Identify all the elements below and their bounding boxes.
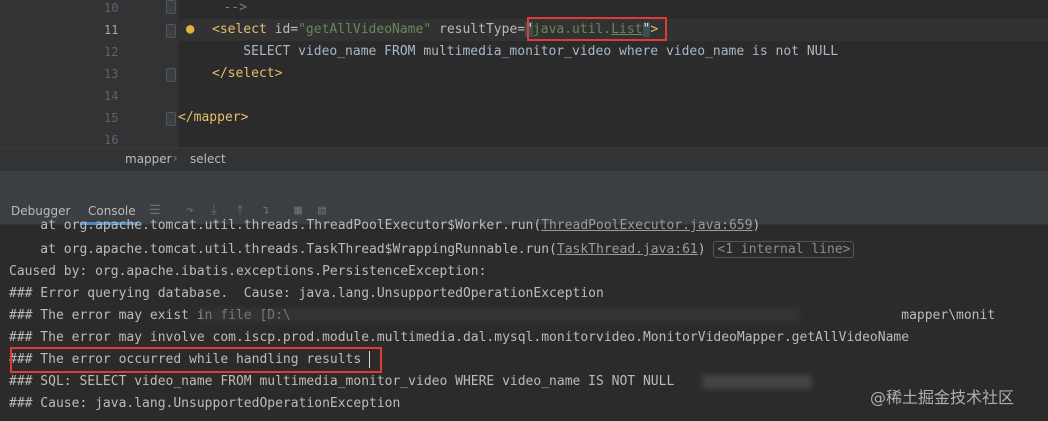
highlight-box-result-type [527,17,667,41]
console-line: at org.apache.tomcat.util.threads.TaskTh… [9,239,855,261]
console-line: at org.apache.tomcat.util.threads.Thread… [9,215,760,237]
code-line-15[interactable]: </mapper> [178,107,248,129]
code-line-10[interactable]: --> [200,0,247,19]
paren: ) [697,242,706,257]
console-line: ### Error querying database. Cause: java… [9,286,604,301]
paren: ) [752,218,761,233]
tag-open: <select [212,22,267,37]
editor-gutter [0,0,178,147]
breadcrumb: mapper › select [0,147,1048,171]
console-line: Caused by: org.apache.ibatis.exceptions.… [9,264,487,279]
line-number: 10 [104,1,119,15]
line-number: 11 [104,23,119,37]
fold-marker-icon[interactable] [166,0,176,14]
line-number: 13 [104,67,119,81]
panel-divider[interactable] [0,171,1048,196]
breadcrumb-item-select[interactable]: select [190,152,226,166]
line-number: 14 [104,89,119,103]
source-link[interactable]: ThreadPoolExecutor.java:659 [541,218,752,233]
source-link[interactable]: TaskThread.java:61 [557,242,698,257]
line-number: 15 [104,111,119,125]
stack-frame-text: at org.apache.tomcat.util.threads.Thread… [9,218,542,233]
console-line: ### Cause: java.lang.UnsupportedOperatio… [9,396,401,411]
line-number: 12 [104,45,119,59]
internal-line-badge[interactable]: <1 internal line> [713,241,855,258]
console-line: ### SQL: SELECT video_name FROM multimed… [9,374,675,389]
fold-marker-icon[interactable] [166,68,176,82]
redacted-path [200,308,800,322]
watermark: @稀土掘金技术社区 [870,388,1015,407]
highlight-box-error-line [10,347,382,373]
redacted-text [702,375,812,389]
fold-marker-icon[interactable] [166,112,176,126]
attr-result-type: resultType= [431,22,526,37]
chevron-right-icon: › [173,151,178,165]
code-line-12[interactable]: SELECT video_name FROM multimedia_monito… [212,41,838,63]
attr-id: id= [266,22,299,37]
breadcrumb-item-mapper[interactable]: mapper [125,152,172,166]
fold-marker-icon[interactable] [166,24,176,38]
code-line-13[interactable]: </select> [212,63,282,85]
lightbulb-icon[interactable]: ● [186,21,194,37]
stack-frame-text: at org.apache.tomcat.util.threads.TaskTh… [9,242,557,257]
attr-id-value: "getAllVideoName" [298,22,432,37]
console-line: ### The error may involve com.iscp.prod.… [9,330,910,345]
